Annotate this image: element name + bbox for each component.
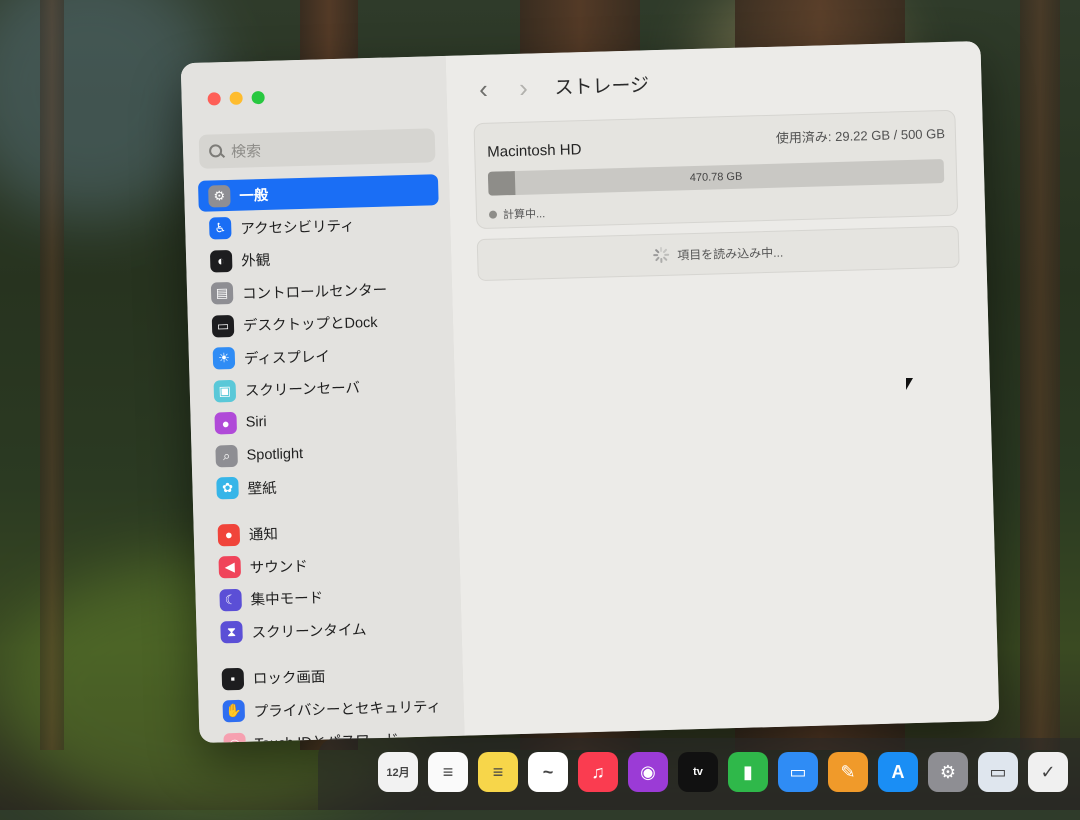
- sidebar-item[interactable]: ▣ スクリーンセーバ: [203, 369, 444, 407]
- sidebar-item[interactable]: ◀ サウンド: [208, 546, 449, 584]
- sidebar-item[interactable]: ▤ コントロールセンター: [201, 272, 442, 310]
- back-button[interactable]: ‹: [470, 73, 497, 103]
- sidebar-item[interactable]: ✋ プライバシーとセキュリティ: [212, 689, 453, 727]
- sidebar-item-label: スクリーンタイム: [251, 621, 367, 642]
- sidebar-item-label: Spotlight: [246, 445, 304, 464]
- sidebar-item-label: アクセシビリティ: [240, 218, 355, 238]
- pages-icon[interactable]: ✎: [828, 752, 868, 792]
- loading-spinner-icon: [653, 246, 670, 263]
- sound-icon: ◀: [218, 555, 242, 579]
- appearance-icon: ◐: [209, 249, 233, 273]
- sidebar-item[interactable]: ⚙ 一般: [197, 174, 439, 212]
- sidebar-item-label: ディスプレイ: [243, 348, 331, 368]
- desktop-dock-icon: ▭: [211, 314, 235, 338]
- gear-icon: ⚙: [208, 184, 231, 208]
- close-window-button[interactable]: [207, 92, 221, 106]
- sidebar-item-label: プライバシーとセキュリティ: [253, 698, 442, 721]
- screen-time-icon: ⧗: [220, 620, 243, 644]
- sidebar-item-label: 外観: [241, 252, 271, 270]
- apple-tv-icon[interactable]: tv: [678, 752, 718, 792]
- preview-icon[interactable]: ▭: [978, 752, 1018, 792]
- loading-text: 項目を読み込み中...: [676, 245, 784, 263]
- spotlight-icon: ⌕: [215, 444, 238, 467]
- system-settings-window: 検索 ⚙ 一般 ♿ アクセシビリティ ◐ 外観 ▤ コントロールセンター ▭ デスクトップとDoc…: [180, 40, 1000, 744]
- window-controls: [207, 90, 265, 106]
- disk-usage-text: 使用済み: 29.22 GB / 500 GB: [775, 125, 946, 146]
- sidebar-item[interactable]: ▪ ロック画面: [211, 657, 452, 695]
- sidebar-item[interactable]: ✿ 壁紙: [206, 467, 447, 505]
- podcasts-icon[interactable]: ◉: [628, 752, 668, 792]
- sidebar-item-label: サウンド: [249, 558, 308, 577]
- sidebar-item[interactable]: ● 通知: [207, 513, 448, 551]
- toolbar: ‹ › ストレージ: [470, 70, 650, 103]
- accessibility-icon: ♿: [208, 216, 232, 240]
- sidebar-nav: ⚙ 一般 ♿ アクセシビリティ ◐ 外観 ▤ コントロールセンター ▭ デスクトップとDock ☀ デ…: [197, 174, 455, 744]
- lock-icon: ▪: [221, 667, 245, 690]
- system-settings-icon[interactable]: ⚙: [928, 752, 968, 792]
- sidebar-item-label: 集中モード: [250, 590, 324, 609]
- sidebar-item-label: スクリーンセーバ: [244, 380, 361, 400]
- screensaver-icon: ▣: [213, 379, 237, 402]
- other-app-icon[interactable]: ✓: [1028, 752, 1068, 792]
- freeform-icon[interactable]: ~: [528, 752, 568, 792]
- storage-bar: 470.78 GB: [487, 159, 945, 196]
- numbers-icon[interactable]: ▮: [728, 752, 768, 792]
- sidebar-item[interactable]: ⧗ スクリーンタイム: [210, 610, 451, 648]
- keynote-icon[interactable]: ▭: [778, 752, 818, 792]
- minimize-window-button[interactable]: [229, 91, 243, 105]
- music-icon[interactable]: ♫: [578, 752, 618, 792]
- control-center-icon: ▤: [210, 281, 234, 305]
- sidebar-item-label: 壁紙: [247, 480, 277, 498]
- calculating-status: 計算中...: [488, 205, 546, 223]
- sidebar-item[interactable]: ⌕ Spotlight: [205, 434, 446, 472]
- sidebar-item[interactable]: ☾ 集中モード: [209, 578, 450, 616]
- sidebar: 検索 ⚙ 一般 ♿ アクセシビリティ ◐ 外観 ▤ コントロールセンター ▭ デスクトップとDoc…: [180, 55, 466, 744]
- zoom-window-button[interactable]: [251, 90, 265, 105]
- storage-pane: ‹ › ストレージ Macintosh HD 使用済み: 29.22 GB / …: [445, 40, 1000, 736]
- status-text: 計算中...: [502, 208, 546, 222]
- notifications-icon: ●: [217, 523, 241, 546]
- display-icon: ☀: [212, 346, 236, 370]
- sidebar-item[interactable]: ♿ アクセシビリティ: [199, 207, 440, 245]
- mouse-cursor-icon: [906, 378, 913, 390]
- sidebar-item[interactable]: ▭ デスクトップとDock: [202, 304, 443, 342]
- sidebar-item-label: ロック画面: [252, 669, 326, 688]
- search-field[interactable]: 検索: [198, 128, 436, 169]
- sidebar-item-label: デスクトップとDock: [242, 314, 378, 335]
- privacy-hand-icon: ✋: [222, 699, 246, 723]
- sidebar-item[interactable]: ◐ 外観: [200, 239, 441, 277]
- wallpaper-icon: ✿: [216, 476, 239, 500]
- calendar-icon[interactable]: 12月: [378, 752, 418, 792]
- focus-icon: ☾: [219, 588, 242, 611]
- loading-items-row: 項目を読み込み中...: [476, 225, 960, 282]
- app-store-icon[interactable]: A: [878, 752, 918, 792]
- reminders-icon[interactable]: ≡: [428, 752, 468, 792]
- disk-name: Macintosh HD: [487, 141, 582, 161]
- sidebar-item[interactable]: ● Siri: [204, 402, 445, 440]
- disk-usage-card: Macintosh HD 使用済み: 29.22 GB / 500 GB 470…: [473, 109, 959, 230]
- sidebar-item-label: 一般: [239, 187, 269, 205]
- sidebar-item-label: 通知: [248, 526, 279, 544]
- storage-bar-label: 470.78 GB: [689, 170, 743, 185]
- search-icon: [209, 144, 223, 158]
- sidebar-item-label: コントロールセンター: [241, 282, 388, 303]
- forward-button[interactable]: ›: [510, 72, 537, 102]
- page-title: ストレージ: [554, 75, 650, 99]
- dock: 12月 ≡ ≡ ~ ♫ ◉ tv ▮ ▭ ✎ A ⚙ ▭ ✓: [318, 738, 1080, 810]
- notes-icon[interactable]: ≡: [478, 752, 518, 792]
- sidebar-item[interactable]: ☀ ディスプレイ: [202, 337, 443, 375]
- status-dot-icon: [488, 210, 498, 219]
- fingerprint-icon: ◎: [223, 732, 246, 744]
- siri-icon: ●: [214, 411, 238, 435]
- sidebar-item-label: Siri: [245, 414, 267, 431]
- search-placeholder: 検索: [230, 142, 262, 161]
